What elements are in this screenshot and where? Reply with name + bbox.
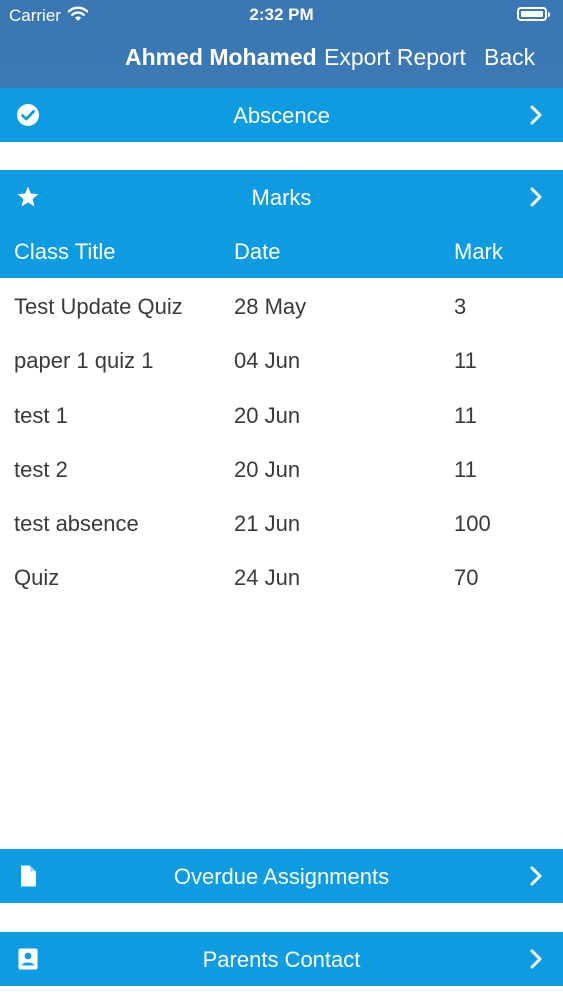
status-bar: Carrier 2:32 PM	[0, 0, 563, 30]
table-row: Test Update Quiz 28 May 3	[0, 280, 563, 334]
marks-section-title: Marks	[251, 185, 312, 210]
status-time: 2:32 PM	[249, 5, 314, 24]
cell-mark: 11	[454, 456, 477, 482]
column-header-class-title: Class Title	[14, 239, 116, 264]
chevron-right-icon	[530, 105, 542, 125]
cell-date: 20 Jun	[234, 402, 301, 428]
cell-mark: 100	[454, 511, 491, 537]
table-row: paper 1 quiz 1 04 Jun 11	[0, 334, 563, 388]
chevron-right-icon	[530, 949, 542, 969]
chevron-right-icon	[530, 866, 542, 886]
export-report-button[interactable]: Export Report	[324, 44, 466, 71]
nav-bar: Ahmed Mohamed Export Report Back	[0, 40, 563, 80]
marks-section-header[interactable]: Marks	[0, 170, 563, 224]
cell-class-title: Test Update Quiz	[14, 294, 183, 319]
cell-mark: 11	[454, 402, 477, 428]
column-header-mark: Mark	[454, 239, 503, 264]
back-button[interactable]: Back	[484, 44, 535, 71]
absence-section-header[interactable]: Abscence	[0, 88, 563, 142]
cell-mark: 3	[454, 294, 467, 319]
cell-class-title: test 2	[14, 456, 68, 482]
cell-date: 20 Jun	[234, 456, 301, 482]
cell-date: 21 Jun	[234, 511, 301, 537]
table-row: test absence 21 Jun 100	[0, 497, 563, 551]
table-row: Quiz 24 Jun 70	[0, 551, 563, 605]
marks-table-header: Class Title Date Mark	[0, 224, 563, 278]
overdue-assignments-section-title: Overdue Assignments	[173, 864, 390, 889]
absence-section-title: Abscence	[233, 103, 330, 128]
cell-date: 04 Jun	[234, 348, 301, 374]
cell-mark: 70	[454, 565, 479, 591]
cell-date: 28 May	[234, 294, 307, 319]
chevron-right-icon	[530, 187, 542, 207]
table-row: test 2 20 Jun 11	[0, 443, 563, 497]
table-row: test 1 20 Jun 11	[0, 389, 563, 443]
top-bar: Carrier 2:32 PM Ahmed Mohamed Export Rep…	[0, 0, 563, 88]
cell-date: 24 Jun	[234, 565, 301, 591]
parents-contact-section-title: Parents Contact	[202, 947, 361, 972]
overdue-assignments-section-header[interactable]: Overdue Assignments	[0, 849, 563, 903]
cell-mark: 11	[454, 348, 477, 374]
battery-icon	[517, 7, 550, 21]
screen: Carrier 2:32 PM Ahmed Mohamed Export Rep…	[0, 0, 563, 1000]
cell-class-title: paper 1 quiz 1	[14, 348, 154, 374]
marks-table-body: Test Update Quiz 28 May 3 paper 1 quiz 1…	[0, 280, 563, 606]
cell-class-title: test 1	[14, 402, 68, 428]
cell-class-title: Quiz	[14, 565, 60, 591]
column-header-date: Date	[234, 239, 281, 264]
parents-contact-section-header[interactable]: Parents Contact	[0, 932, 563, 986]
cell-class-title: test absence	[14, 511, 139, 537]
student-name: Ahmed Mohamed	[125, 44, 317, 70]
